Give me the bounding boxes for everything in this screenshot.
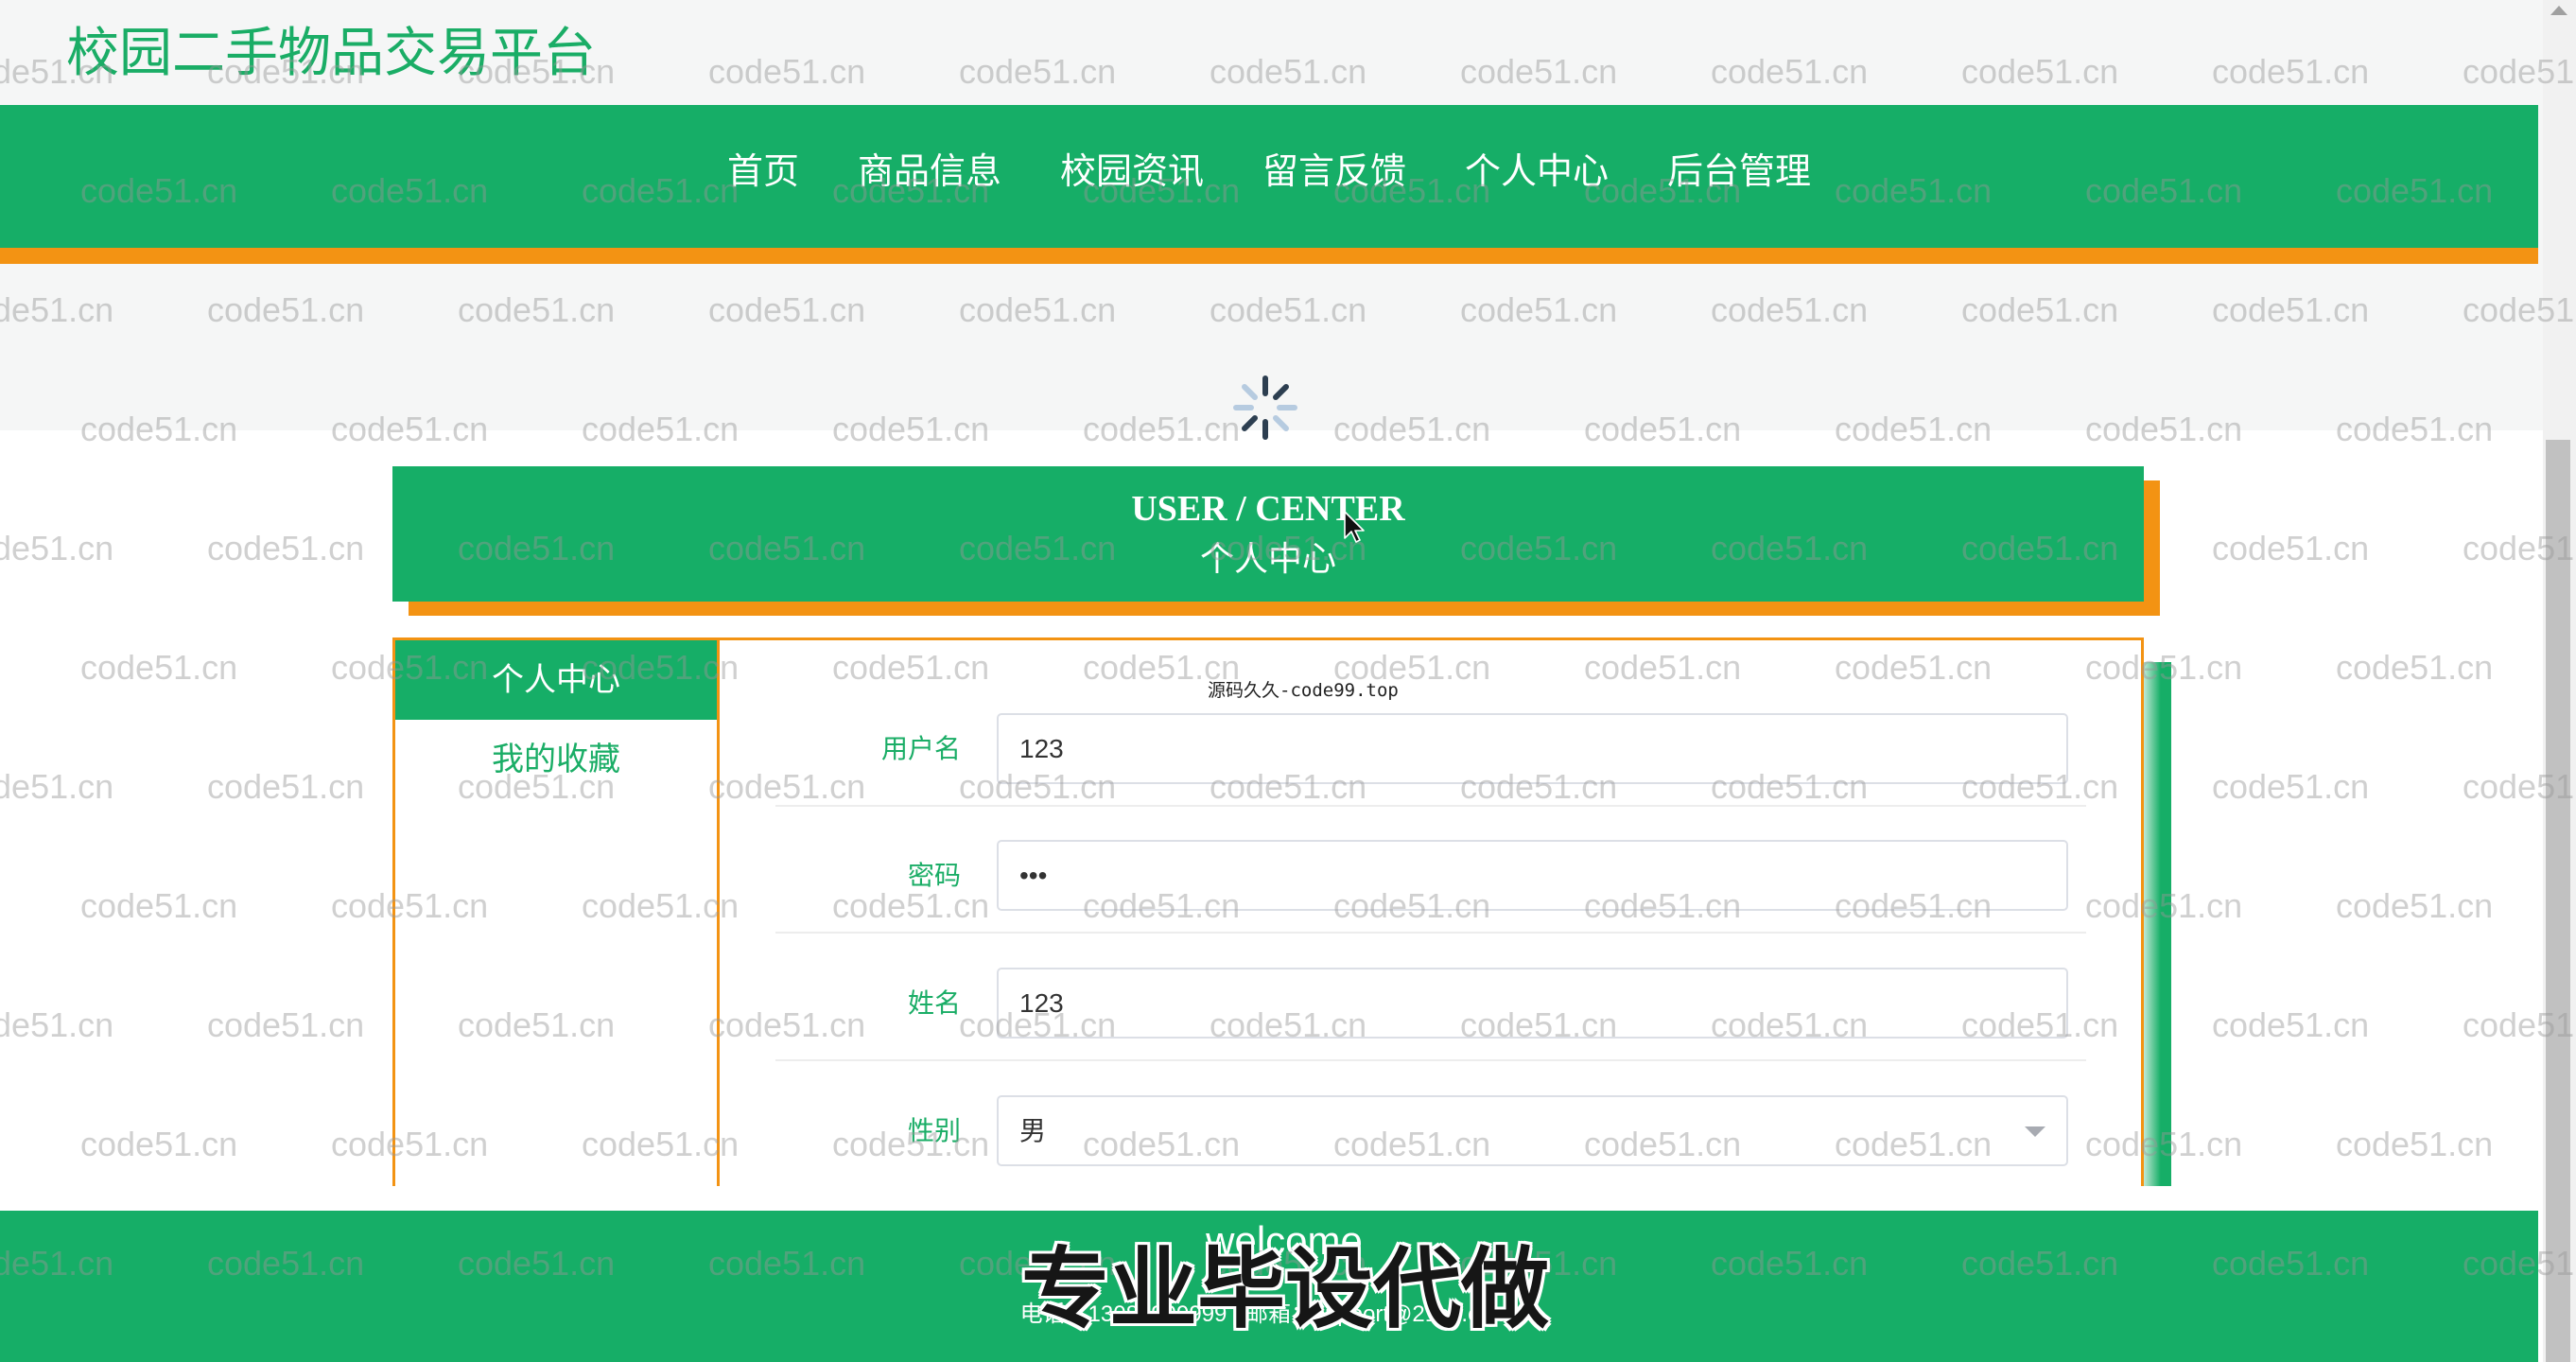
name-input[interactable] — [997, 968, 2068, 1039]
page-banner: USER / CENTER 个人中心 — [392, 466, 2144, 602]
nav-item-feedback[interactable]: 留言反馈 — [1262, 148, 1406, 196]
main-nav: 首页 商品信息 校园资讯 留言反馈 个人中心 后台管理 — [0, 105, 2538, 248]
watermark-text: code51.cn — [0, 1005, 114, 1044]
nav-item-admin[interactable]: 后台管理 — [1667, 148, 1811, 196]
watermark-text: code51.cn — [0, 767, 114, 806]
row-divider — [775, 805, 2086, 807]
nav-accent-stripe — [0, 248, 2538, 264]
chevron-down-icon — [2025, 1126, 2045, 1137]
watermark-text: code51.cn — [2212, 1005, 2370, 1044]
username-input[interactable] — [997, 713, 2068, 784]
watermark-text: code51.cn — [80, 1125, 238, 1163]
banner-title-en: USER / CENTER — [1131, 489, 1405, 529]
source-watermark: 源码久久-code99.top — [1208, 680, 1399, 701]
watermark-text: code51.cn — [2336, 648, 2494, 687]
content-panel: 个人中心 我的收藏 用户名 密码 姓名 性别 男 — [392, 637, 2144, 1186]
form-row-gender: 性别 男 — [395, 1095, 2141, 1166]
watermark-text: code51.cn — [80, 648, 238, 687]
watermark-text: code51.cn — [207, 1005, 365, 1044]
loading-spinner-icon — [1233, 375, 1297, 440]
gender-select-value: 男 — [1019, 1116, 1047, 1145]
mouse-pointer-icon — [1344, 511, 1365, 543]
watermark-text: code51.cn — [207, 529, 365, 568]
content-panel-shadow — [2141, 662, 2171, 1186]
nav-item-news[interactable]: 校园资讯 — [1060, 148, 1204, 196]
name-label: 姓名 — [907, 988, 961, 1018]
watermark-text: code51.cn — [2336, 886, 2494, 925]
form-row-username: 用户名 — [395, 713, 2141, 807]
form-row-password: 密码 — [395, 840, 2141, 934]
banner-title-cn: 个人中心 — [1199, 539, 1336, 578]
watermark-text: code51.cn — [80, 886, 238, 925]
password-label: 密码 — [907, 861, 961, 890]
nav-item-goods[interactable]: 商品信息 — [858, 148, 1001, 196]
gender-label: 性别 — [907, 1116, 961, 1145]
nav-item-home[interactable]: 首页 — [727, 148, 799, 196]
row-divider — [775, 1059, 2086, 1061]
form-row-name: 姓名 — [395, 968, 2141, 1061]
username-label: 用户名 — [880, 734, 961, 763]
watermark-text: code51.cn — [2336, 1125, 2494, 1163]
vertical-scrollbar[interactable] — [2543, 0, 2576, 1362]
promo-overlay-text: 专业毕设代做 — [1021, 1240, 1549, 1338]
sidebar-item-user-center[interactable]: 个人中心 — [395, 640, 717, 720]
row-divider — [775, 932, 2086, 934]
scrollbar-thumb[interactable] — [2546, 440, 2570, 1362]
gender-select[interactable]: 男 — [997, 1095, 2068, 1166]
password-input[interactable] — [997, 840, 2068, 911]
watermark-text: code51.cn — [2212, 529, 2370, 568]
site-title: 校园二手物品交易平台 — [66, 23, 596, 82]
watermark-text: code51.cn — [207, 767, 365, 806]
scroll-up-arrow-icon[interactable] — [2550, 6, 2567, 15]
nav-item-user-center[interactable]: 个人中心 — [1465, 148, 1609, 196]
watermark-text: code51.cn — [0, 529, 114, 568]
watermark-text: code51.cn — [2212, 767, 2370, 806]
